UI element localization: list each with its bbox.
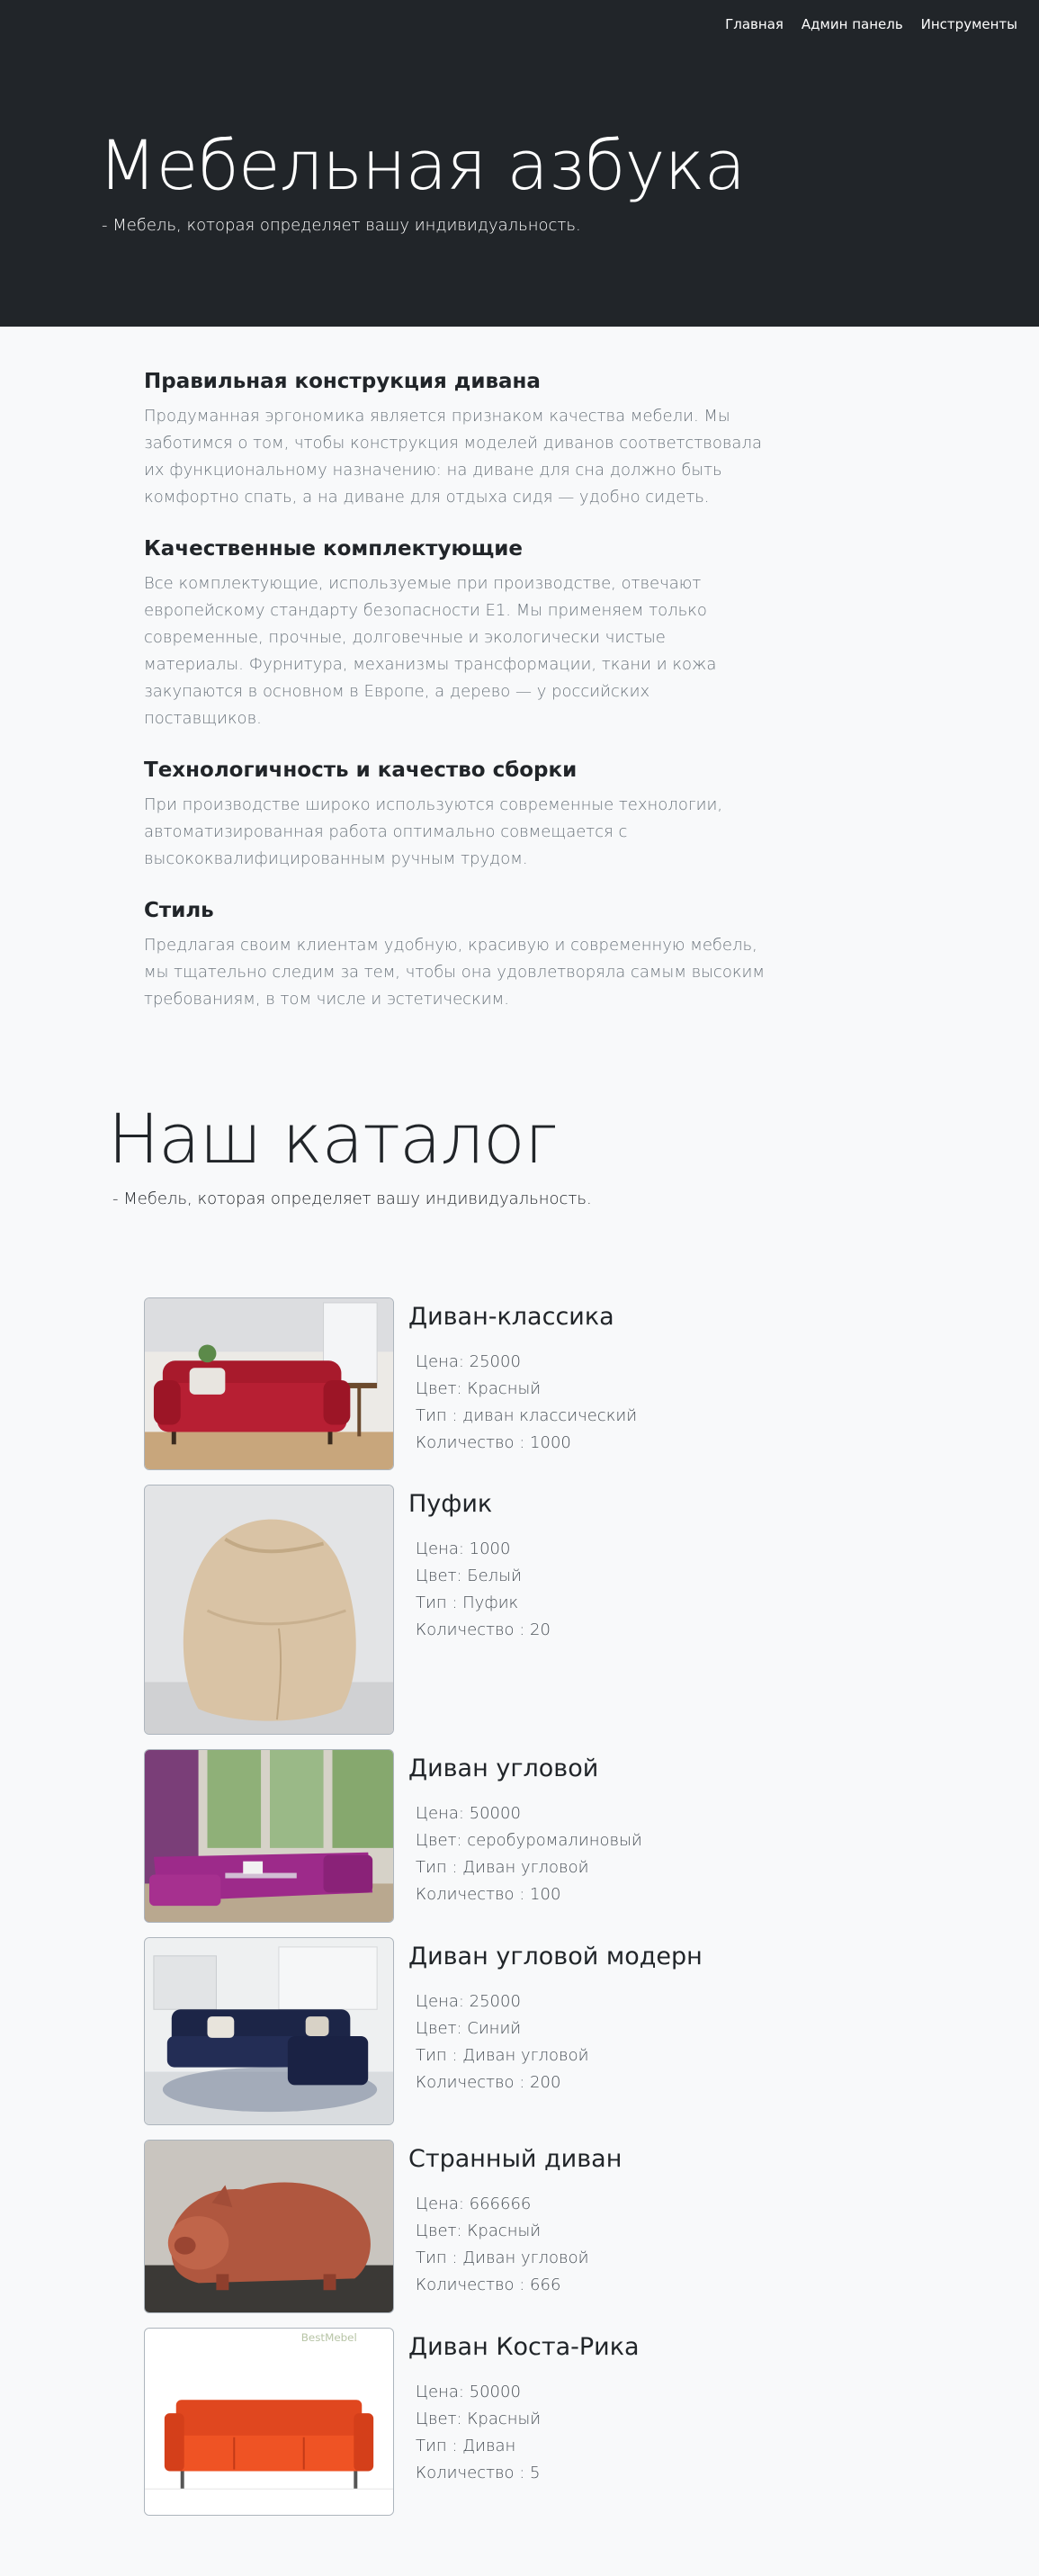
product-type: Тип : Пуфик	[416, 1593, 519, 1613]
navy-sofa-image	[145, 1938, 393, 2124]
top-nav: Главная Админ панель Инструменты	[725, 16, 1017, 32]
product-price: Цена: 666666	[416, 2195, 532, 2214]
product-card: Диван угловой Цена: 50000 Цвет: серобуро…	[144, 1749, 774, 1923]
product-card: Диван угловой модерн Цена: 25000 Цвет: С…	[144, 1937, 774, 2125]
feature-text: Все комплектующие, используемые при прои…	[144, 573, 717, 728]
nav-link-admin[interactable]: Админ панель	[802, 16, 903, 32]
product-type: Тип : Диван угловой	[416, 2046, 589, 2066]
feature-title: Правильная конструкция дивана	[144, 370, 541, 393]
page-header: Главная Админ панель Инструменты Мебельн…	[0, 0, 1039, 327]
product-quantity: Количество : 100	[416, 1885, 561, 1905]
product-quantity: Количество : 5	[416, 2464, 541, 2483]
product-details: Цена: 1000 Цвет: Белый Тип : Пуфик Колич…	[408, 1536, 551, 1644]
feature-text: Продуманная эргономика является признако…	[144, 406, 762, 507]
feature-item: Качественные комплектующие Все комплекту…	[144, 536, 765, 732]
nav-link-home[interactable]: Главная	[725, 16, 784, 32]
feature-item: Стиль Предлагая своим клиентам удобную, …	[144, 898, 765, 1013]
product-name[interactable]: Диван-классика	[408, 1301, 637, 1333]
product-list: Диван-классика Цена: 25000 Цвет: Красный…	[144, 1297, 774, 2530]
catalog-subtitle: - Мебель, которая определяет вашу индиви…	[112, 1189, 592, 1208]
orange-sofa-image: BestMebel	[145, 2329, 393, 2515]
feature-item: Правильная конструкция дивана Продуманна…	[144, 369, 765, 511]
feature-title: Стиль	[144, 898, 214, 922]
product-details: Цена: 50000 Цвет: серобуромалиновый Тип …	[408, 1800, 642, 1908]
product-color: Цвет: Синий	[416, 2019, 522, 2039]
product-color: Цвет: Красный	[416, 2410, 542, 2429]
product-info: Диван угловой модерн Цена: 25000 Цвет: С…	[394, 1937, 703, 2125]
product-type: Тип : Диван угловой	[416, 1858, 589, 1878]
product-price: Цена: 50000	[416, 2383, 521, 2402]
watermark-logo: BestMebel	[301, 2331, 357, 2344]
product-name[interactable]: Диван угловой	[408, 1753, 642, 1784]
product-image[interactable]	[144, 2140, 394, 2313]
product-image[interactable]	[144, 1749, 394, 1923]
product-details: Цена: 50000 Цвет: Красный Тип : Диван Ко…	[408, 2379, 640, 2487]
feature-text: При производстве широко используются сов…	[144, 794, 723, 868]
red-sofa-image	[145, 1298, 393, 1469]
product-details: Цена: 25000 Цвет: Синий Тип : Диван угло…	[408, 1988, 703, 2096]
product-card: Странный диван Цена: 666666 Цвет: Красны…	[144, 2140, 774, 2313]
product-price: Цена: 25000	[416, 1352, 521, 1372]
product-quantity: Количество : 666	[416, 2275, 561, 2295]
product-color: Цвет: серобуромалиновый	[416, 1831, 642, 1851]
product-card: Пуфик Цена: 1000 Цвет: Белый Тип : Пуфик…	[144, 1485, 774, 1735]
product-details: Цена: 666666 Цвет: Красный Тип : Диван у…	[408, 2191, 622, 2299]
catalog-title: Наш каталог	[108, 1099, 558, 1179]
product-info: Странный диван Цена: 666666 Цвет: Красны…	[394, 2140, 622, 2313]
product-info: Диван-классика Цена: 25000 Цвет: Красный…	[394, 1297, 637, 1470]
product-type: Тип : диван классический	[416, 1406, 638, 1426]
product-name[interactable]: Пуфик	[408, 1488, 551, 1520]
product-color: Цвет: Красный	[416, 1379, 542, 1399]
product-name[interactable]: Странный диван	[408, 2143, 622, 2175]
product-quantity: Количество : 200	[416, 2073, 561, 2093]
product-type: Тип : Диван угловой	[416, 2248, 589, 2268]
product-image[interactable]	[144, 1297, 394, 1470]
product-info: Диван Коста-Рика Цена: 50000 Цвет: Красн…	[394, 2328, 640, 2516]
product-price: Цена: 25000	[416, 1992, 521, 2012]
feature-title: Качественные комплектующие	[144, 536, 523, 561]
product-info: Диван угловой Цена: 50000 Цвет: серобуро…	[394, 1749, 642, 1923]
product-type: Тип : Диван	[416, 2437, 516, 2456]
nav-link-tools[interactable]: Инструменты	[921, 16, 1017, 32]
features-section: Правильная конструкция дивана Продуманна…	[144, 369, 765, 1038]
product-image[interactable]	[144, 1485, 394, 1735]
feature-item: Технологичность и качество сборки При пр…	[144, 758, 765, 873]
product-name[interactable]: Диван угловой модерн	[408, 1941, 703, 1972]
product-quantity: Количество : 1000	[416, 1433, 571, 1453]
hero-title: Мебельная азбука	[98, 125, 746, 205]
product-card: Диван-классика Цена: 25000 Цвет: Красный…	[144, 1297, 774, 1470]
product-name[interactable]: Диван Коста-Рика	[408, 2331, 640, 2363]
product-image[interactable]	[144, 1937, 394, 2125]
feature-text: Предлагая своим клиентам удобную, красив…	[144, 935, 765, 1009]
beanbag-image	[145, 1485, 393, 1734]
product-details: Цена: 25000 Цвет: Красный Тип : диван кл…	[408, 1349, 637, 1457]
product-color: Цвет: Красный	[416, 2221, 542, 2241]
pig-sofa-image	[145, 2141, 393, 2312]
feature-title: Технологичность и качество сборки	[144, 758, 578, 782]
product-price: Цена: 50000	[416, 1804, 521, 1824]
product-price: Цена: 1000	[416, 1539, 511, 1559]
product-card: BestMebel Диван Коста-Рика Цена: 50000 Ц…	[144, 2328, 774, 2516]
product-quantity: Количество : 20	[416, 1620, 551, 1640]
purple-sofa-image	[145, 1750, 393, 1922]
product-info: Пуфик Цена: 1000 Цвет: Белый Тип : Пуфик…	[394, 1485, 551, 1735]
product-image[interactable]: BestMebel	[144, 2328, 394, 2516]
hero-subtitle: - Мебель, которая определяет вашу индиви…	[102, 216, 581, 235]
product-color: Цвет: Белый	[416, 1566, 522, 1586]
